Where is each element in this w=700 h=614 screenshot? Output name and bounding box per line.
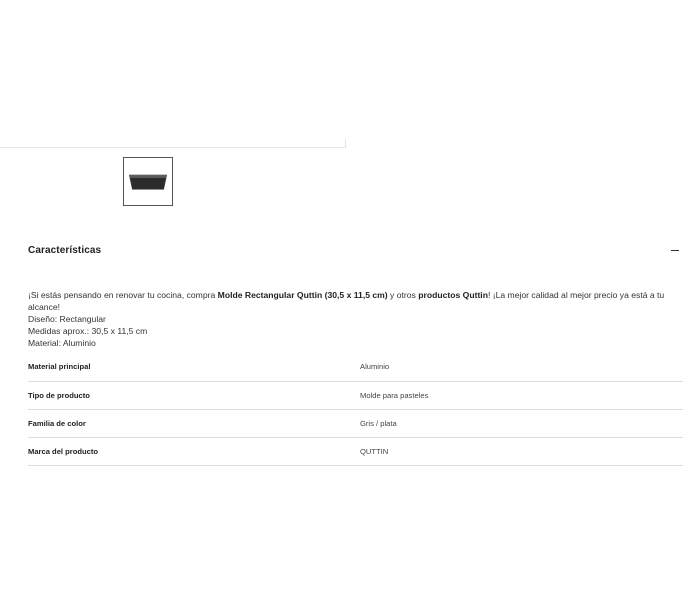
design-line: Diseño: Rectangular: [28, 314, 106, 324]
spec-label: Material principal: [28, 353, 360, 382]
specs-table: Material principal Aluminio Tipo de prod…: [28, 353, 683, 466]
loaf-pan-thumbnail: [124, 158, 172, 205]
gallery-divider-tick: [345, 139, 346, 148]
spec-label: Marca del producto: [28, 437, 360, 466]
table-row: Familia de color Gris / plata: [28, 409, 683, 438]
spec-value: QUTTIN: [360, 437, 683, 466]
table-row: Marca del producto QUTTIN: [28, 437, 683, 466]
dimensions-line: Medidas aprox.: 30,5 x 11,5 cm: [28, 326, 148, 336]
section-title: Características: [28, 244, 102, 256]
description-text: ¡Si estás pensando en renovar tu cocina,…: [28, 290, 218, 300]
gallery-divider: [0, 147, 346, 148]
description-intro: ¡Si estás pensando en renovar tu cocina,…: [28, 289, 680, 313]
brand-products-link[interactable]: productos Quttin: [418, 290, 488, 300]
product-thumbnail[interactable]: [123, 157, 173, 206]
spec-label: Familia de color: [28, 409, 360, 438]
material-line: Material: Aluminio: [28, 338, 96, 348]
table-row: Tipo de producto Molde para pasteles: [28, 381, 683, 410]
spec-label: Tipo de producto: [28, 381, 360, 410]
spec-value: Gris / plata: [360, 409, 683, 438]
minus-icon[interactable]: [671, 246, 680, 255]
table-row: Material principal Aluminio: [28, 353, 683, 382]
spec-value: Aluminio: [360, 353, 683, 382]
characteristics-header[interactable]: Características: [28, 240, 684, 260]
description-text: y otros: [387, 290, 419, 300]
product-description: ¡Si estás pensando en renovar tu cocina,…: [28, 289, 680, 349]
spec-value: Molde para pasteles: [360, 381, 683, 410]
product-name: Molde Rectangular Quttin (30,5 x 11,5 cm…: [217, 290, 388, 300]
